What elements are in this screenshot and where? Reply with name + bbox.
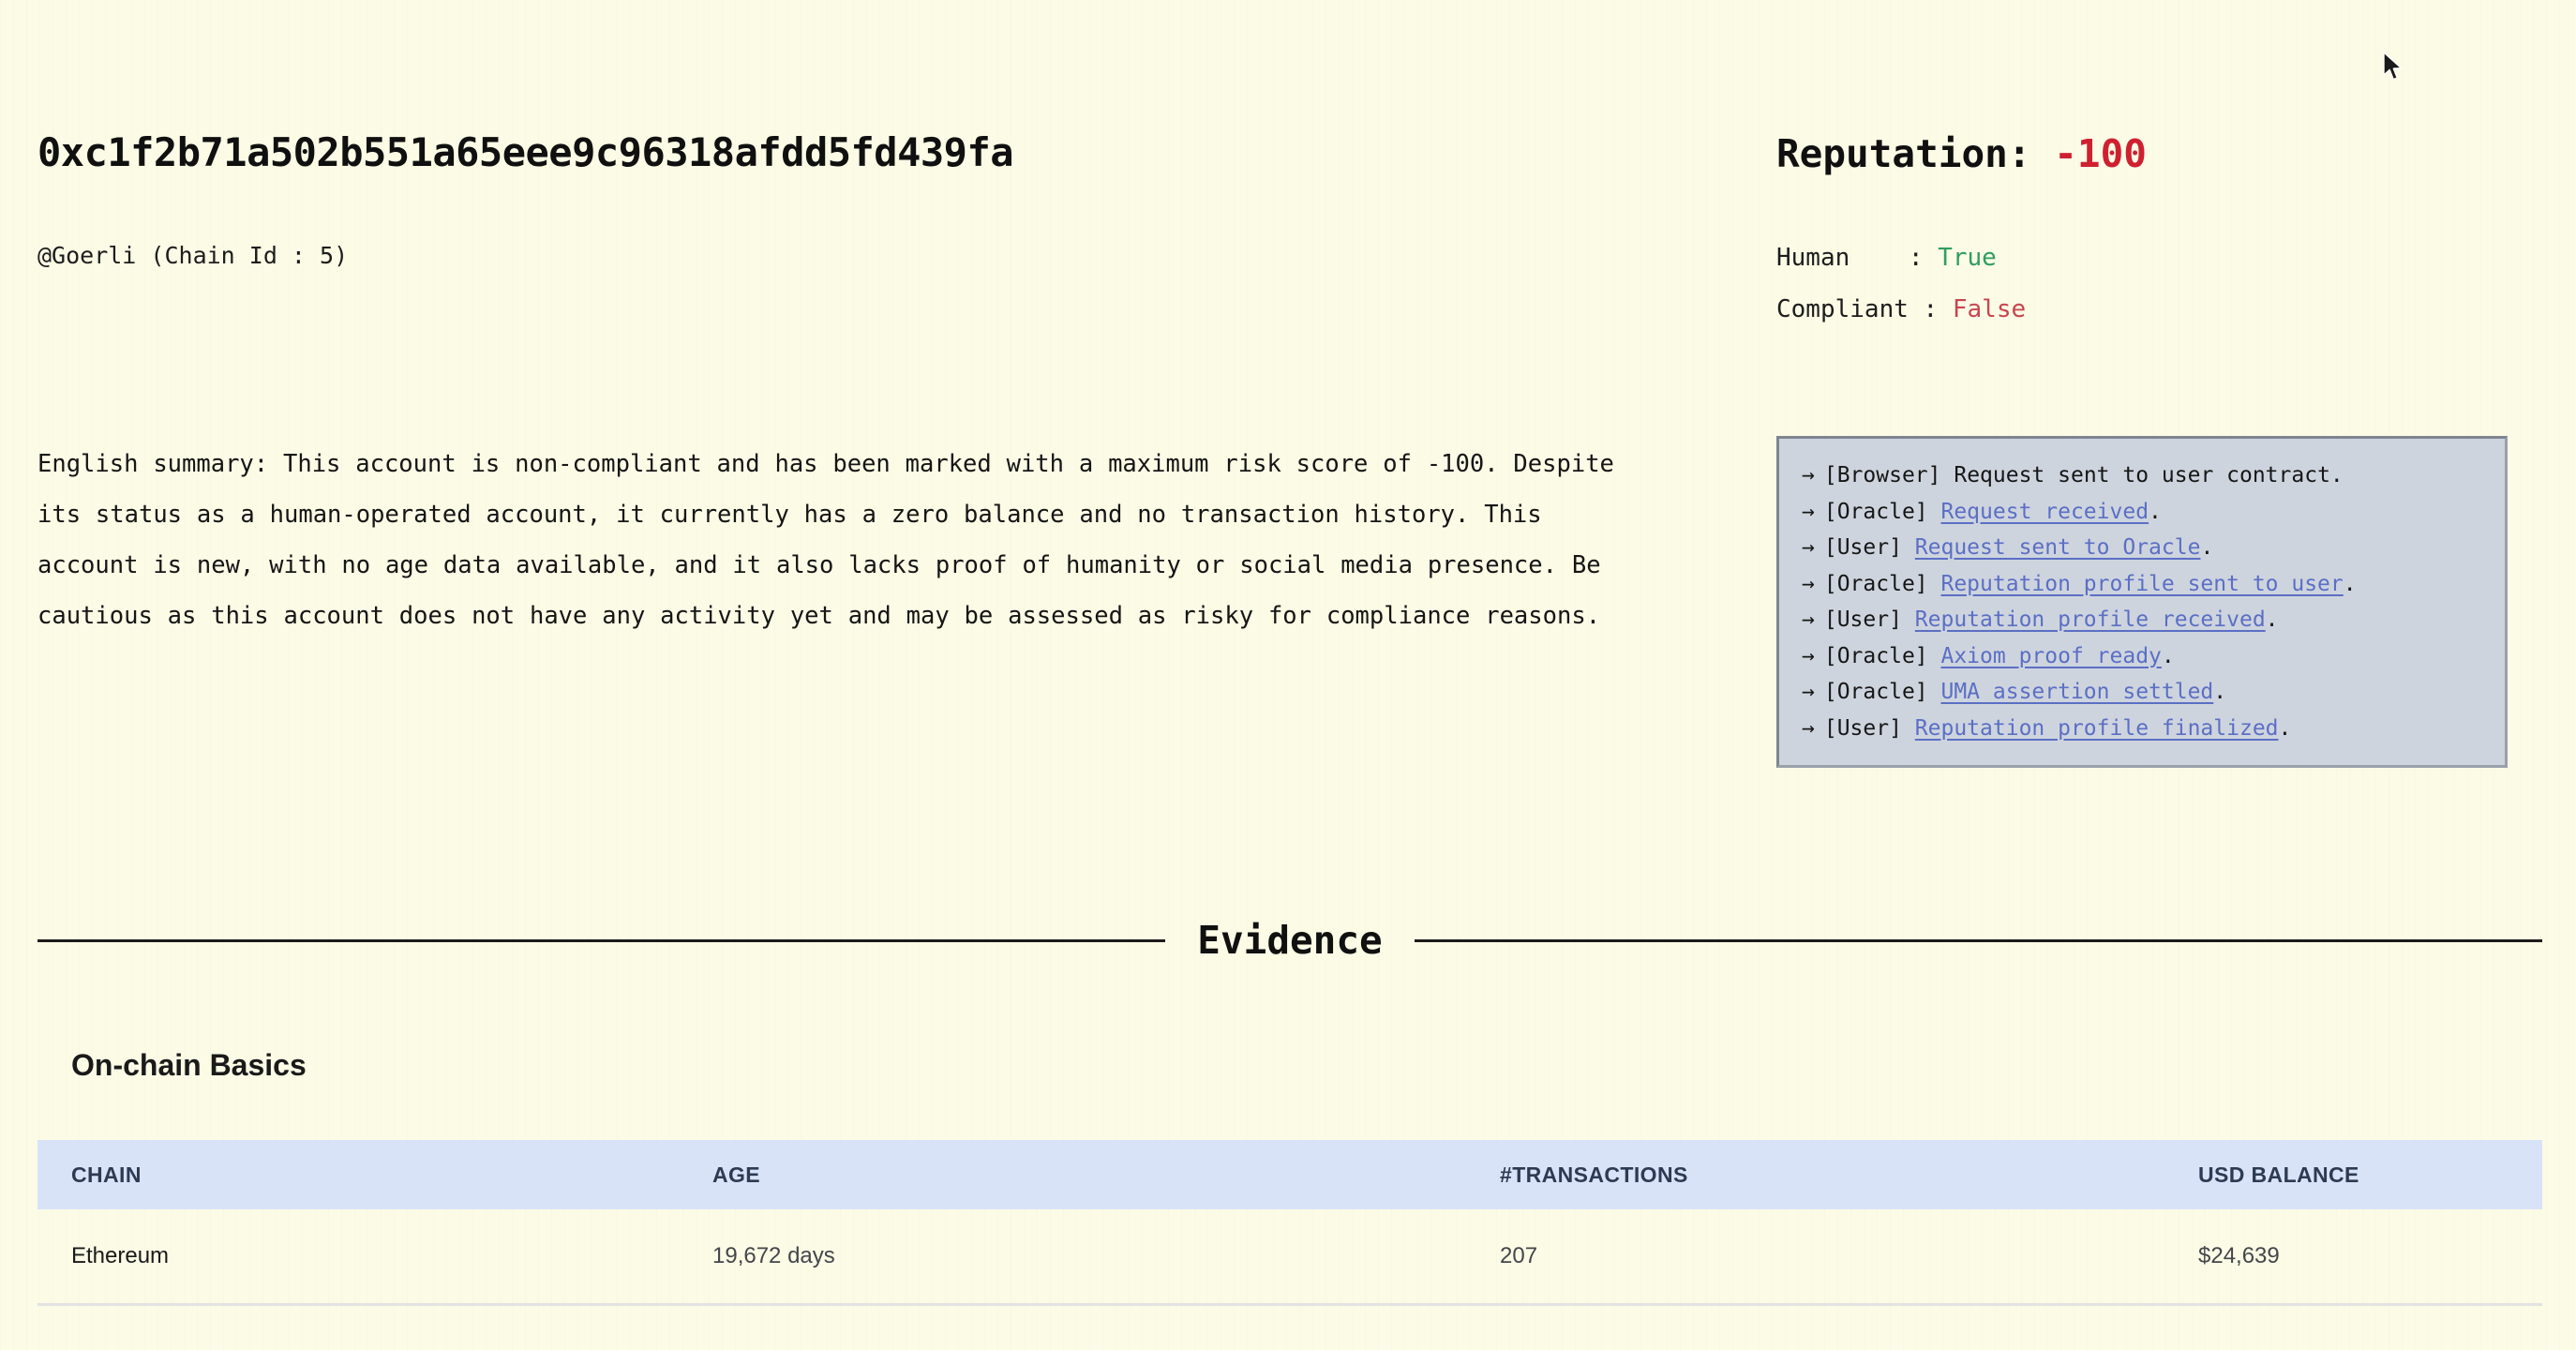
log-entry-actor: [User] [1823, 608, 1915, 632]
log-entry: → [Oracle] Reputation profile sent to use… [1802, 566, 2488, 603]
compliant-label: Compliant [1776, 295, 1909, 323]
human-label: Human [1776, 244, 1850, 272]
log-entry-actor: [Browser] [1823, 463, 1954, 488]
log-entry-link[interactable]: Axiom proof ready [1940, 644, 2161, 668]
log-entry-period: . [2343, 571, 2357, 596]
log-entry-link[interactable]: Request sent to Oracle [1915, 535, 2201, 560]
table-header-row: CHAIN AGE #TRANSACTIONS USD BALANCE [37, 1140, 2542, 1209]
human-row: Human : True [1776, 244, 1997, 272]
log-entry: → [Oracle] Request received. [1802, 494, 2488, 531]
log-entry-period: . [2329, 463, 2344, 488]
log-entry: → [Oracle] UMA assertion settled. [1802, 674, 2488, 711]
arrow-icon: → [1802, 463, 1815, 488]
summary-section: 0xc1f2b71a502b551a65eee9c96318afdd5fd439… [0, 0, 2576, 872]
compliant-row: Compliant : False [1776, 295, 2026, 323]
page-root: 0xc1f2b71a502b551a65eee9c96318afdd5fd439… [0, 0, 2576, 1350]
log-entry-actor: [Oracle] [1823, 643, 1941, 668]
cell-transactions: 207 [1500, 1243, 1538, 1268]
cell-usd-balance: $24,639 [2198, 1243, 2280, 1268]
log-entry-period: . [2278, 715, 2292, 741]
log-entry-actor: [Oracle] [1823, 499, 1941, 524]
log-entry: → [Oracle] Axiom proof ready. [1802, 638, 2488, 675]
log-entry-actor: [Oracle] [1823, 571, 1941, 596]
log-entry-actor: [User] [1823, 535, 1915, 560]
human-separator: : [1850, 244, 1939, 272]
reputation-label: Reputation: [1776, 131, 2031, 176]
cell-chain: Ethereum [71, 1243, 170, 1268]
log-entry-link[interactable]: Reputation profile sent to user [1940, 572, 2343, 596]
reputation-heading: Reputation: -100 [1776, 131, 2147, 176]
log-entry-link[interactable]: Reputation profile finalized [1915, 716, 2279, 741]
arrow-icon: → [1802, 715, 1815, 741]
log-entry-link[interactable]: Reputation profile received [1915, 608, 2266, 632]
arrow-icon: → [1802, 643, 1815, 668]
cell-age: 19,672 days [712, 1243, 835, 1268]
activity-log-panel: → [Browser] Request sent to user contract… [1776, 436, 2508, 768]
log-entry-period: . [2161, 643, 2175, 668]
column-header-chain[interactable]: CHAIN [37, 1162, 712, 1188]
log-entry-actor: [Oracle] [1823, 680, 1941, 704]
log-entry: → [Browser] Request sent to user contract… [1802, 458, 2488, 494]
arrow-icon: → [1802, 571, 1815, 596]
onchain-basics-title: On-chain Basics [71, 1048, 307, 1082]
log-entry-actor: [User] [1823, 715, 1915, 741]
account-chain-label: @Goerli (Chain Id : 5) [37, 242, 349, 269]
evidence-rule-right [1414, 938, 2543, 942]
onchain-basics-table: CHAIN AGE #TRANSACTIONS USD BALANCE Ethe… [37, 1140, 2542, 1306]
arrow-icon: → [1802, 499, 1815, 524]
table-row: Ethereum 19,672 days 207 $24,639 [37, 1209, 2542, 1306]
human-value: True [1938, 244, 1997, 272]
evidence-divider: Evidence [37, 908, 2543, 973]
reputation-score: -100 [2054, 131, 2147, 176]
arrow-icon: → [1802, 535, 1815, 560]
column-header-age[interactable]: AGE [712, 1162, 1500, 1188]
log-entry-link[interactable]: UMA assertion settled [1940, 680, 2213, 704]
arrow-icon: → [1802, 680, 1815, 704]
log-entry: → [User] Reputation profile finalized. [1802, 711, 2488, 747]
log-entry-period: . [2200, 535, 2214, 560]
log-entry-link[interactable]: Request received [1940, 500, 2149, 524]
arrow-icon: → [1802, 608, 1815, 632]
log-entry: → [User] Request sent to Oracle. [1802, 530, 2488, 566]
log-entry-text: Request sent to user contract [1954, 463, 2330, 488]
evidence-title: Evidence [1197, 918, 1383, 963]
compliant-value: False [1952, 295, 2027, 323]
evidence-rule-left [37, 938, 1166, 942]
log-entry-period: . [2213, 680, 2227, 704]
column-header-usd-balance[interactable]: USD BALANCE [2198, 1162, 2542, 1188]
account-address[interactable]: 0xc1f2b71a502b551a65eee9c96318afdd5fd439… [37, 129, 1014, 175]
compliant-separator: : [1908, 295, 1953, 323]
column-header-transactions[interactable]: #TRANSACTIONS [1500, 1162, 2198, 1188]
english-summary-text: English summary: This account is non-com… [37, 450, 1629, 630]
log-entry: → [User] Reputation profile received. [1802, 602, 2488, 638]
log-entry-period: . [2149, 499, 2162, 524]
log-entry-period: . [2265, 608, 2279, 632]
